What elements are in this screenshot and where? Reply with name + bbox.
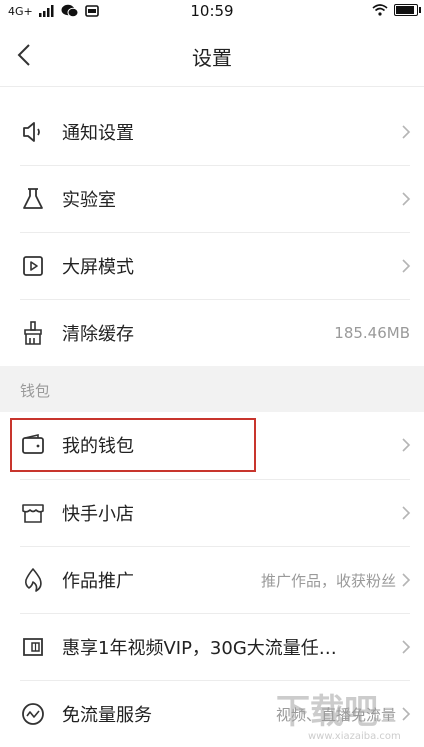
status-right bbox=[372, 4, 421, 16]
speaker-icon bbox=[23, 122, 40, 142]
chevron-right-icon bbox=[402, 192, 411, 206]
clock: 10:59 bbox=[190, 2, 234, 20]
pulse-circle-icon bbox=[22, 703, 44, 725]
row-label: 清除缓存 bbox=[62, 324, 134, 345]
settings-row-notifications[interactable]: 通知设置 bbox=[0, 99, 424, 165]
store-icon bbox=[22, 504, 44, 523]
status-bar: 4G+ 10:59 bbox=[0, 0, 424, 24]
settings-row-promotion[interactable]: 作品推广 推广作品，收获粉丝 bbox=[0, 547, 424, 613]
svg-text:下载吧: 下载吧 bbox=[276, 692, 378, 732]
row-label: 作品推广 bbox=[62, 571, 134, 592]
row-label: 快手小店 bbox=[62, 504, 134, 525]
chevron-right-icon bbox=[402, 125, 411, 139]
row-label: 大屏模式 bbox=[62, 257, 134, 278]
svg-text:www.xiazaiba.com: www.xiazaiba.com bbox=[308, 731, 401, 742]
row-label: 实验室 bbox=[62, 190, 116, 211]
highlight-box bbox=[10, 418, 256, 472]
sim-card-icon bbox=[23, 638, 43, 656]
play-screen-icon bbox=[23, 256, 43, 276]
flame-icon bbox=[25, 568, 42, 592]
settings-row-kuaishou-store[interactable]: 快手小店 bbox=[0, 480, 424, 546]
flask-icon bbox=[23, 188, 43, 209]
header: 设置 bbox=[0, 24, 424, 87]
row-label: 免流量服务 bbox=[62, 705, 152, 726]
row-label: 通知设置 bbox=[62, 123, 134, 144]
section-title: 钱包 bbox=[20, 382, 51, 400]
chevron-right-icon bbox=[402, 438, 411, 452]
battery-level bbox=[396, 6, 414, 14]
settings-row-clear-cache[interactable]: 清除缓存 185.46MB bbox=[0, 300, 424, 366]
wifi-icon bbox=[372, 4, 388, 16]
cache-size-value: 185.46MB bbox=[334, 324, 410, 342]
watermark-logo: 下载吧 www.xiazaiba.com bbox=[276, 692, 401, 742]
broom-icon bbox=[24, 321, 42, 345]
section-header-wallet: 钱包 bbox=[0, 366, 424, 412]
page-title: 设置 bbox=[192, 46, 232, 70]
chevron-right-icon bbox=[402, 506, 411, 520]
settings-row-lab[interactable]: 实验室 bbox=[0, 166, 424, 232]
chevron-right-icon bbox=[402, 573, 411, 587]
chevron-right-icon bbox=[402, 259, 411, 273]
settings-row-vip-offer[interactable]: 惠享1年视频VIP，30G大流量任… bbox=[0, 614, 424, 680]
row-label: 惠享1年视频VIP，30G大流量任… bbox=[62, 638, 337, 659]
battery-icon bbox=[394, 4, 421, 16]
row-value: 推广作品，收获粉丝 bbox=[260, 571, 396, 590]
chevron-right-icon bbox=[402, 640, 411, 654]
settings-row-big-screen[interactable]: 大屏模式 bbox=[0, 233, 424, 299]
